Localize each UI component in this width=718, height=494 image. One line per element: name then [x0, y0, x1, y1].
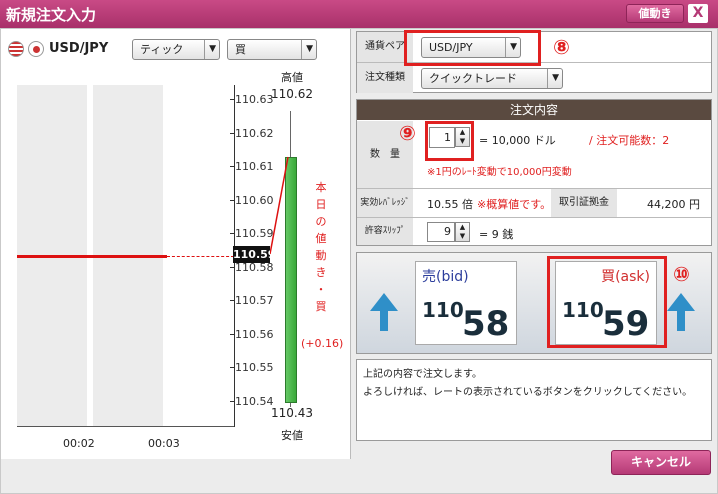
price-line [17, 255, 167, 258]
flag-icon [8, 41, 24, 57]
bid-arrow-icon [370, 293, 398, 311]
y-tick-label: 110.57 [235, 294, 274, 307]
y-tick-mark [230, 300, 235, 301]
vertical-note-char: き [315, 266, 327, 279]
vertical-note-char: 値 [315, 232, 327, 245]
highlight-box-9 [425, 121, 474, 161]
flag-icon-jp [28, 41, 44, 57]
bid-button[interactable]: 売(bid) 110. 58 [415, 261, 517, 345]
y-tick-mark [230, 233, 235, 234]
bid-arrow-stem [380, 311, 388, 331]
chart-side-value: 買 [235, 43, 246, 56]
high-value: 110.62 [271, 87, 313, 101]
annotation-9: ⑨ [399, 121, 416, 145]
y-tick-mark [230, 99, 235, 100]
range-bar-lower [290, 403, 291, 407]
qty-available: / 注文可能数：2 [589, 134, 670, 147]
chevron-down-icon: ▼ [204, 40, 216, 59]
window-content: USD/JPY ティック ▼ 買 ▼ 110.63 110.62 110.61 110.6… [0, 28, 718, 494]
chevron-down-icon: ▼ [547, 69, 559, 88]
time-label: 00:03 [148, 437, 180, 450]
y-tick-mark [230, 333, 235, 335]
y-tick-mark [230, 166, 235, 167]
change-value: (+0.16) [301, 337, 344, 350]
price-movement-button[interactable]: 値動き [626, 4, 684, 23]
y-tick-label: 110.59 [235, 227, 274, 240]
rate-note: ※1円のﾚｰﾄ変動で10,000円変動 [427, 167, 572, 178]
y-tick-mark [230, 367, 235, 368]
message-box: 上記の内容で注文します。 よろしければ、レートの表示されているボタンをクリックし… [356, 359, 712, 441]
order-content-header: 注文内容 [357, 100, 711, 120]
y-tick-label: 110.56 [235, 327, 274, 341]
y-tick-mark [230, 400, 235, 402]
slippage-value: 9 [444, 225, 451, 238]
vertical-note-char: 買 [315, 300, 327, 313]
slippage-input[interactable]: 9 [427, 222, 455, 242]
vertical-note: 本日の値動き・買 [313, 179, 329, 315]
high-label: 高値 [281, 71, 303, 84]
order-content-title: 注文内容 [509, 103, 558, 117]
title-bar: 新規注文入力 値動き X [0, 0, 718, 28]
message-line: 上記の内容で注文します。 [363, 369, 482, 380]
vertical-note-char: 日 [315, 198, 327, 211]
window-title: 新規注文入力 [6, 6, 97, 24]
current-connector [270, 156, 289, 255]
vertical-note-char: 本 [315, 181, 327, 194]
currency-pair-label: USD/JPY [49, 41, 109, 56]
highlight-box-10 [547, 256, 667, 348]
margin-label: 取引証拠金 [551, 189, 617, 217]
leverage-label: 実効ﾚﾊﾞﾚｯｼﾞ [357, 189, 413, 217]
slippage-unit: = 9 銭 [479, 228, 514, 241]
price-line-dashed [167, 256, 234, 257]
chart-side-select[interactable]: 買 ▼ [227, 39, 317, 60]
y-tick-label: 110.55 [235, 361, 274, 374]
time-label: 00:02 [63, 437, 95, 450]
message-line: よろしければ、レートの表示されているボタンをクリックしてください。 [363, 387, 693, 398]
leverage-note: ※概算値です。 [477, 198, 552, 211]
vertical-note-char: 動 [315, 249, 327, 262]
close-button[interactable]: X [688, 4, 708, 23]
chart-type-select[interactable]: ティック ▼ [132, 39, 220, 60]
ask-arrow-icon [667, 293, 695, 311]
low-value: 110.43 [271, 406, 313, 420]
slippage-spinner[interactable]: ▲ ▼ [455, 222, 470, 242]
order-type-select[interactable]: クイックトレード ▼ [421, 68, 563, 89]
bid-label: 売(bid) [422, 269, 469, 285]
leverage-value: 10.55 倍 [427, 198, 473, 211]
order-type-label: 注文種類 [357, 63, 413, 93]
range-bar-upper [290, 111, 291, 157]
qty-unit: = 10,000 ドル [479, 134, 556, 147]
y-tick-mark [230, 199, 235, 201]
y-tick-mark [230, 266, 235, 268]
y-tick-label: 110.63 [235, 93, 274, 106]
y-tick-label: 110.62 [235, 126, 274, 140]
margin-value: 44,200 円 [647, 198, 700, 211]
annotation-10: ⑩ [673, 262, 690, 286]
y-tick-label: 110.61 [235, 160, 274, 173]
chart-type-value: ティック [140, 43, 184, 56]
chevron-down-icon: ▼ [301, 40, 313, 59]
annotation-8: ⑧ [553, 35, 570, 59]
highlight-box-8 [404, 30, 541, 66]
vertical-note-char: ・ [315, 283, 327, 296]
y-tick-mark [230, 132, 235, 134]
cancel-button[interactable]: キャンセル [611, 450, 711, 475]
bid-small: 58 [462, 304, 510, 344]
current-price-badge: 110.59 [233, 246, 275, 263]
order-type-value: クイックトレード [429, 72, 517, 85]
vertical-note-char: の [315, 215, 327, 228]
ask-arrow-stem [677, 311, 685, 331]
slippage-label: 許容ｽﾘｯﾌﾟ [357, 218, 413, 245]
y-tick-label: 110.54 [235, 394, 274, 408]
y-tick-label: 110.60 [235, 193, 274, 207]
chart-plot [17, 85, 234, 427]
chart-panel: USD/JPY ティック ▼ 買 ▼ 110.63 110.62 110.61 110.6… [1, 29, 351, 459]
low-label: 安値 [281, 429, 303, 442]
